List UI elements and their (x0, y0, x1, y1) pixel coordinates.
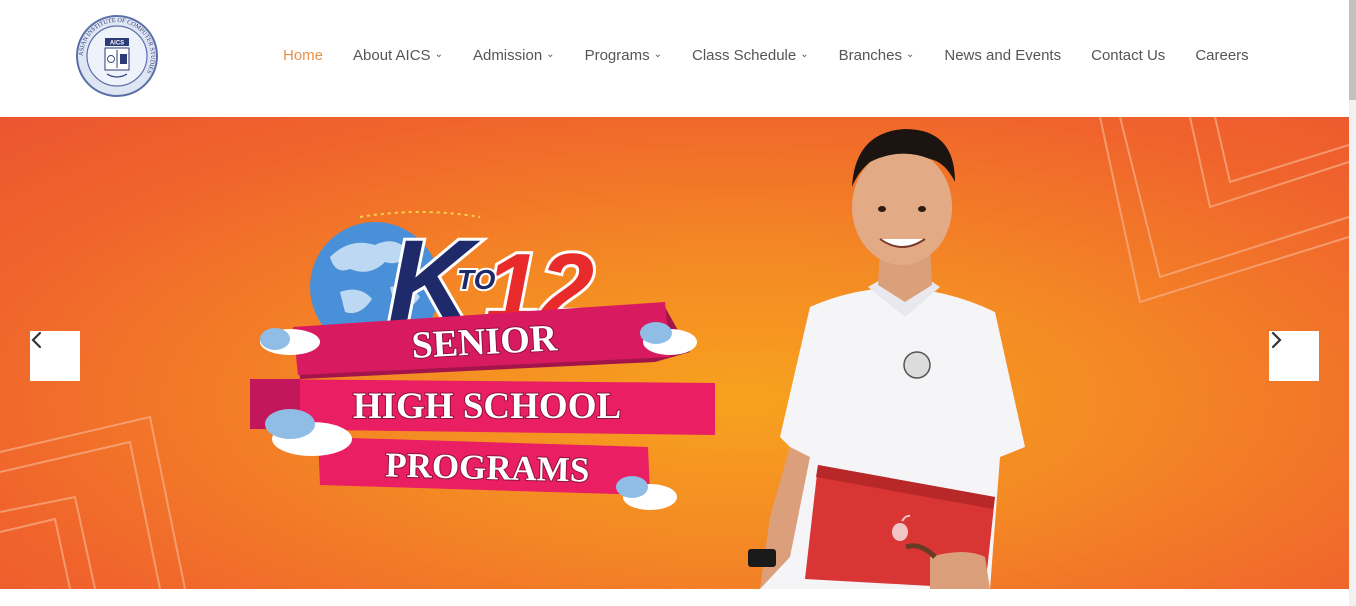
decor-lines-left (0, 415, 186, 589)
nav-careers-label: Careers (1195, 46, 1249, 64)
chevron-down-icon: ⌄ (653, 48, 662, 60)
chevron-left-icon (31, 331, 42, 349)
nav-programs[interactable]: Programs ⌄ (585, 44, 662, 66)
hero-slide-image: K 12 TO SENIOR HIGH SCHOOL PROGRAMS (0, 117, 1349, 589)
slider-next-button[interactable] (1269, 331, 1319, 381)
logo-badge: AICS (110, 41, 124, 47)
nav-programs-label: Programs (584, 46, 650, 64)
nav-class-schedule[interactable]: Class Schedule ⌄ (692, 44, 809, 66)
slider-prev-button[interactable] (30, 331, 80, 381)
below-hero-area (0, 589, 1349, 606)
nav-branches-label: Branches (838, 46, 902, 64)
banner-high-school-text: HIGH SCHOOL (353, 386, 621, 427)
chevron-down-icon: ⌄ (800, 48, 809, 60)
nav-branches[interactable]: Branches ⌄ (839, 44, 915, 66)
nav-class-schedule-label: Class Schedule (691, 46, 797, 64)
scrollbar-thumb[interactable] (1349, 0, 1356, 100)
nav-news-and-events[interactable]: News and Events (944, 44, 1061, 66)
k12-to: TO (457, 264, 496, 295)
nav-admission[interactable]: Admission ⌄ (473, 44, 555, 66)
main-nav: Home About AICS ⌄ Admission ⌄ Programs ⌄ Cl… (283, 44, 1249, 66)
nav-home[interactable]: Home (283, 44, 323, 66)
nav-about-aics[interactable]: About AICS ⌄ (353, 44, 443, 66)
site-header: ASIAN INSTITUTE OF COMPUTER STUDIES AICS… (0, 0, 1349, 117)
nav-admission-label: Admission (472, 46, 543, 64)
nav-news-and-events-label: News and Events (944, 46, 1062, 64)
hero-slider: K 12 TO SENIOR HIGH SCHOOL PROGRAMS (0, 117, 1349, 589)
nav-careers[interactable]: Careers (1195, 44, 1248, 66)
aics-logo[interactable]: ASIAN INSTITUTE OF COMPUTER STUDIES AICS (75, 14, 159, 98)
decor-lines-right (1099, 117, 1349, 304)
nav-contact-us-label: Contact Us (1091, 46, 1166, 64)
ribbon-programs: PROGRAMS (318, 437, 650, 495)
nav-contact-us[interactable]: Contact Us (1091, 44, 1165, 66)
chevron-down-icon: ⌄ (434, 48, 443, 60)
page-scrollbar[interactable] (1349, 0, 1356, 606)
student-figure (748, 129, 1025, 589)
banner-programs-text: PROGRAMS (385, 445, 590, 489)
nav-home-label: Home (283, 46, 324, 64)
chevron-down-icon: ⌄ (546, 48, 555, 60)
chevron-down-icon: ⌄ (905, 48, 915, 60)
chevron-right-icon (1271, 331, 1282, 349)
nav-about-aics-label: About AICS (353, 46, 431, 64)
banner-senior-text: SENIOR (411, 317, 559, 367)
